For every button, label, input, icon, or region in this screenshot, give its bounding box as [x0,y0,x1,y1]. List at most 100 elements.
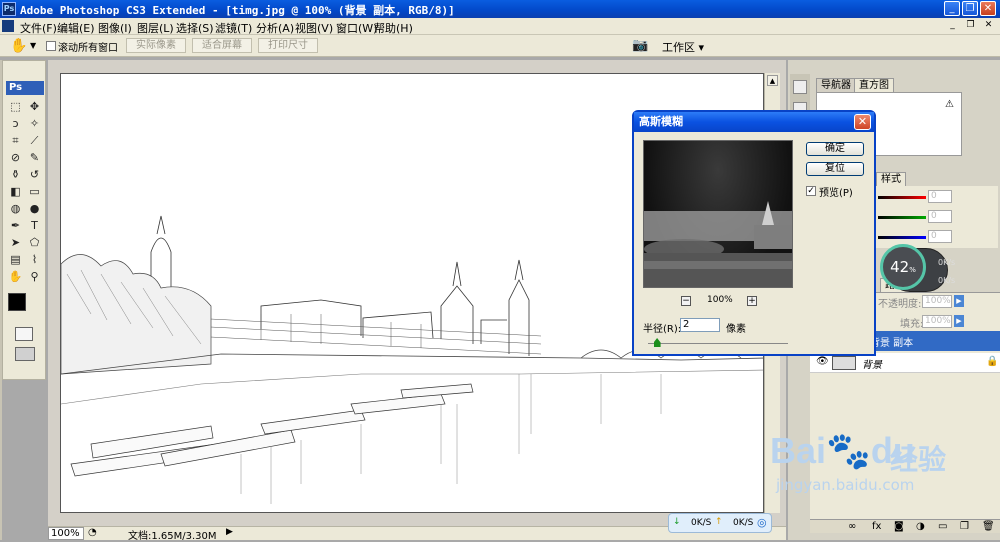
fill-arrow-icon[interactable]: ▶ [954,315,964,327]
reset-button[interactable]: 复位 [806,162,864,176]
radius-unit: 像素 [726,324,746,335]
print-size-button[interactable]: 打印尺寸 [258,38,318,53]
clone-stamp-icon[interactable]: ⚱ [7,167,24,182]
speed-app-icon[interactable]: ◎ [757,516,767,529]
layer-row[interactable]: 👁 背景 🔒 [810,353,1000,373]
menu-filter[interactable]: 滤镜(T) [215,20,252,36]
status-icon[interactable]: ◔ [88,527,97,538]
speed-up-value: 0K/s [938,258,956,267]
document-icon [2,20,14,32]
hand-tool-icon[interactable]: ✋ [7,269,24,284]
blurred-preview-icon [644,201,792,287]
menu-help[interactable]: 帮助(H) [374,20,413,36]
layer-lock-icon: 🔒 [986,356,999,367]
link-layers-icon[interactable]: ∞ [848,520,856,533]
foreground-color-swatch[interactable] [8,293,26,311]
zoom-in-button[interactable]: + [747,296,757,306]
eyedropper-icon[interactable]: ⌇ [26,252,43,267]
watermark-url: jingyan.baidu.com [776,476,915,494]
doc-restore-button[interactable]: ❐ [964,20,977,32]
left-edge [0,60,2,540]
baidu-watermark: Bai🐾du 经验 jingyan.baidu.com [770,430,990,500]
blue-slider[interactable] [878,236,926,239]
download-arrow-icon: ↓ [673,517,681,527]
camera-icon[interactable]: 📷 [632,38,648,53]
zoom-out-button[interactable]: − [681,296,691,306]
hand-tool-icon[interactable]: ✋ [10,38,27,54]
zoom-field[interactable]: 100% [48,527,84,540]
status-menu-arrow-icon[interactable]: ▶ [226,527,233,537]
healing-brush-icon[interactable]: ⊘ [7,150,24,165]
lasso-tool-icon[interactable]: ↄ [7,116,24,131]
layers-footer: ∞ fx ◙ ◑ ▭ ❐ 🗑 [810,519,1000,533]
path-select-icon[interactable]: ➤ [7,235,24,250]
group-folder-icon[interactable]: ▭ [938,520,947,533]
close-button[interactable]: ✕ [980,1,996,16]
radius-slider[interactable] [648,343,788,344]
chevron-down-icon[interactable]: ▼ [30,41,36,50]
layer-style-icon[interactable]: fx [872,520,881,533]
menu-edit[interactable]: 编辑(E) [57,20,95,36]
scroll-all-label: 滚动所有窗口 [58,43,118,54]
menu-layer[interactable]: 图层(L) [137,20,174,36]
magic-wand-tool-icon[interactable]: ✧ [26,116,43,131]
doc-minimize-button[interactable]: _ [946,20,959,32]
slice-tool-icon[interactable]: ⟋ [26,133,43,148]
dodge-tool-icon[interactable]: ● [26,201,43,216]
history-brush-icon[interactable]: ↺ [26,167,43,182]
scroll-all-checkbox[interactable] [46,41,56,51]
dialog-close-button[interactable]: ✕ [854,114,871,130]
eraser-tool-icon[interactable]: ◧ [7,184,24,199]
shape-tool-icon[interactable]: ⬠ [26,235,43,250]
adjustment-layer-icon[interactable]: ◑ [916,520,925,533]
brush-tool-icon[interactable]: ✎ [26,150,43,165]
marquee-tool-icon[interactable]: ⬚ [7,99,24,114]
menu-image[interactable]: 图像(I) [98,20,132,36]
minimize-button[interactable]: _ [944,1,960,16]
speed-ring[interactable]: 42% [880,244,926,290]
fill-field[interactable]: 100% [922,315,952,328]
move-tool-icon[interactable]: ✥ [26,99,43,114]
notes-tool-icon[interactable]: ▤ [7,252,24,267]
layer-mask-icon[interactable]: ◙ [894,520,904,533]
tab-navigator[interactable]: 导航器 [816,78,856,92]
speed-percent-sign: % [909,266,916,274]
actual-pixels-button[interactable]: 实际像素 [126,38,186,53]
green-value[interactable]: 0 [928,210,952,223]
restore-button[interactable]: ❐ [962,1,978,16]
type-tool-icon[interactable]: T [26,218,43,233]
zoom-tool-icon[interactable]: ⚲ [26,269,43,284]
menu-view[interactable]: 视图(V) [295,20,333,36]
crop-tool-icon[interactable]: ⌗ [7,133,24,148]
preview-image[interactable] [643,140,793,288]
menu-file[interactable]: 文件(F) [20,20,57,36]
blue-value[interactable]: 0 [928,230,952,243]
workspace-menu[interactable]: 工作区 ▾ [662,39,704,55]
eye-icon[interactable]: 👁 [816,356,829,367]
red-value[interactable]: 0 [928,190,952,203]
doc-close-button[interactable]: ✕ [982,20,995,32]
standard-mode-icon[interactable] [15,327,33,341]
green-slider[interactable] [878,216,926,219]
pen-tool-icon[interactable]: ✒ [7,218,24,233]
preview-checkbox[interactable]: ✓ [806,186,816,196]
red-slider[interactable] [878,196,926,199]
menu-analysis[interactable]: 分析(A) [256,20,294,36]
delete-layer-icon[interactable]: 🗑 [982,520,995,533]
menu-window[interactable]: 窗口(W) [336,20,377,36]
ok-button[interactable]: 确定 [806,142,864,156]
scroll-up-arrow-icon[interactable]: ▲ [767,75,778,86]
radius-input[interactable]: 2 [680,318,720,332]
preview-label: 预览(P) [819,188,853,199]
radius-label: 半径(R): [643,324,682,335]
fit-screen-button[interactable]: 适合屏幕 [192,38,252,53]
gradient-tool-icon[interactable]: ▭ [26,184,43,199]
menu-select[interactable]: 选择(S) [176,20,214,36]
radius-slider-thumb[interactable] [653,338,661,347]
new-layer-icon[interactable]: ❐ [960,520,969,533]
blur-tool-icon[interactable]: ◍ [7,201,24,216]
tab-histogram[interactable]: 直方图 [854,78,894,92]
tab-styles[interactable]: 样式 [876,172,906,186]
screen-mode-icon[interactable] [15,347,35,361]
brushes-icon[interactable] [793,80,807,94]
